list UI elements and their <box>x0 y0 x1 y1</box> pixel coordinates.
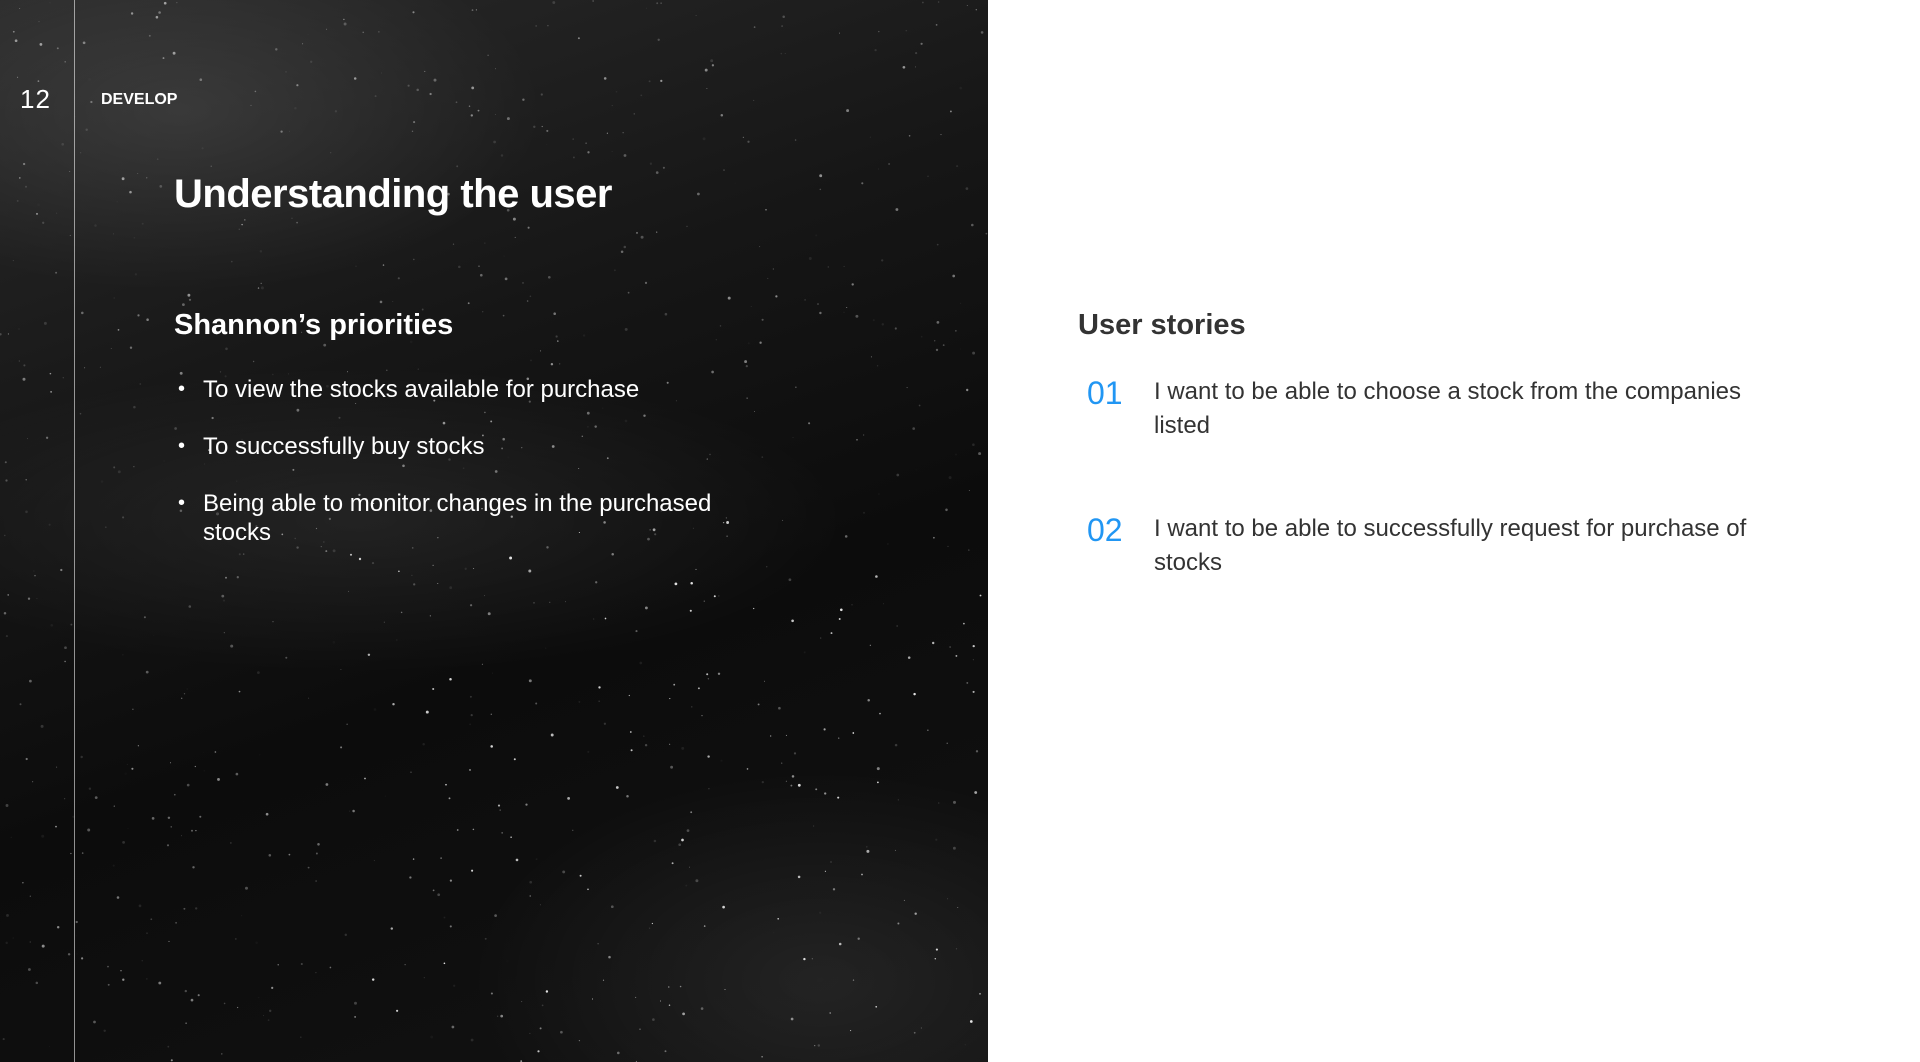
user-story-text: I want to be able to choose a stock from… <box>1154 378 1741 439</box>
priority-item: To view the stocks available for purchas… <box>174 375 774 404</box>
slide-title: Understanding the user <box>174 172 612 216</box>
user-stories-heading: User stories <box>1078 309 1246 341</box>
section-tag: DEVELOP <box>101 91 178 108</box>
priority-item: To successfully buy stocks <box>174 432 774 461</box>
background-image-panel: 12 DEVELOP Understanding the user Shanno… <box>0 0 988 1062</box>
vertical-divider <box>74 0 75 1062</box>
page-number: 12 <box>20 84 51 114</box>
user-story-number: 01 <box>1087 375 1123 411</box>
priority-item: Being able to monitor changes in the pur… <box>174 489 774 547</box>
priorities-list: To view the stocks available for purchas… <box>174 375 774 575</box>
user-story-text: I want to be able to successfully reques… <box>1154 515 1747 576</box>
user-story-number: 02 <box>1087 512 1123 548</box>
priorities-heading: Shannon’s priorities <box>174 309 454 341</box>
